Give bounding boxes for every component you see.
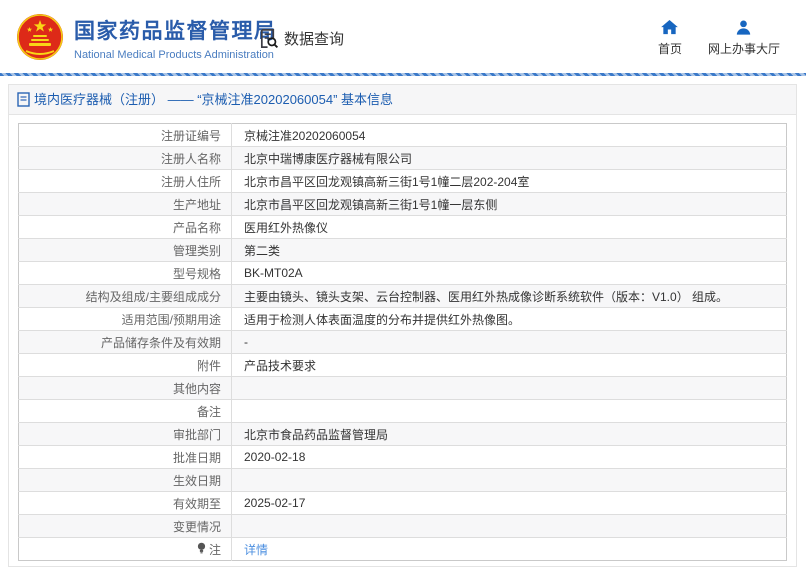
table-row: 型号规格 BK-MT02A [18,261,787,285]
table-row: 注册证编号 京械注准20202060054 [18,123,787,147]
nav-home-label: 首页 [657,42,682,56]
table-row: 产品储存条件及有效期 - [18,330,787,354]
row-label: 产品名称 [18,215,232,239]
content-panel: 境内医疗器械（注册） —— “京械注准20202060054” 基本信息 注册证… [8,84,797,567]
row-label: 其他内容 [18,376,232,400]
table-row: 备注 [18,399,787,423]
row-value: 详情 [231,537,787,561]
row-value [231,468,787,492]
table-row: 适用范围/预期用途 适用于检测人体表面温度的分布并提供红外热像图。 [18,307,787,331]
table-row: 其他内容 [18,376,787,400]
nav-service-hall-label: 网上办事大厅 [707,42,780,56]
nav-service-hall[interactable]: 网上办事大厅 [708,20,780,57]
table-row: 产品名称 医用红外热像仪 [18,215,787,239]
data-query-icon [260,29,279,49]
top-nav: 首页 网上办事大厅 [658,20,780,57]
row-label: 生效日期 [18,468,232,492]
row-value: 北京市昌平区回龙观镇高新三街1号1幢一层东侧 [231,192,787,216]
row-label: 审批部门 [18,422,232,446]
national-emblem-icon [17,14,63,60]
site-header: 国家药品监督管理局 National Medical Products Admi… [0,0,806,76]
row-value: 适用于检测人体表面温度的分布并提供红外热像图。 [231,307,787,331]
breadcrumb-text: 境内医疗器械（注册） —— “京械注准20202060054” 基本信息 [34,92,394,107]
row-label: 批准日期 [18,445,232,469]
org-title: 国家药品监督管理局 [74,20,277,43]
row-value: 第二类 [231,238,787,262]
row-value: 医用红外热像仪 [231,215,787,239]
row-value: BK-MT02A [231,261,787,285]
breadcrumb: 境内医疗器械（注册） —— “京械注准20202060054” 基本信息 [9,85,796,115]
row-label: 型号规格 [18,261,232,285]
row-value: 2020-02-18 [231,445,787,469]
home-icon [661,20,679,35]
row-value: 北京市昌平区回龙观镇高新三街1号1幢二层202-204室 [231,169,787,193]
info-table-body: 注册证编号 京械注准20202060054 注册人名称 北京中瑞博康医疗器械有限… [18,123,787,561]
row-label: 注册人名称 [18,146,232,170]
row-value [231,399,787,423]
person-icon [737,20,751,35]
row-label: 生产地址 [18,192,232,216]
row-value: 主要由镜头、镜头支架、云台控制器、医用红外热成像诊断系统软件（版本：V1.0） … [231,284,787,308]
table-row: 注册人名称 北京中瑞博康医疗器械有限公司 [18,146,787,170]
info-table: 注册证编号 京械注准20202060054 注册人名称 北京中瑞博康医疗器械有限… [18,123,787,561]
table-wrap: 注册证编号 京械注准20202060054 注册人名称 北京中瑞博康医疗器械有限… [9,115,796,561]
row-label: 注 [19,538,232,561]
row-label: 管理类别 [18,238,232,262]
data-query-label: 数据查询 [284,31,345,48]
data-query-tab[interactable]: 数据查询 [258,28,344,49]
row-label: 产品储存条件及有效期 [18,330,232,354]
row-label: 注册人住所 [18,169,232,193]
table-row: 注 详情 [19,537,787,561]
row-label: 结构及组成/主要组成成分 [18,284,232,308]
row-value [231,514,787,538]
document-icon [17,92,30,107]
table-row: 生效日期 [18,468,787,492]
row-value [231,376,787,400]
org-titles: 国家药品监督管理局 National Medical Products Admi… [74,15,277,61]
header-divider [0,73,806,76]
table-row: 管理类别 第二类 [18,238,787,262]
row-value: 北京中瑞博康医疗器械有限公司 [231,146,787,170]
table-row: 有效期至 2025-02-17 [18,491,787,515]
row-value: - [231,330,787,354]
row-label: 备注 [18,399,232,423]
table-row: 审批部门 北京市食品药品监督管理局 [18,422,787,446]
table-row: 结构及组成/主要组成成分 主要由镜头、镜头支架、云台控制器、医用红外热成像诊断系… [18,284,787,308]
table-row: 变更情况 [18,514,787,538]
nav-home[interactable]: 首页 [658,20,682,57]
row-value: 北京市食品药品监督管理局 [231,422,787,446]
row-value: 2025-02-17 [231,491,787,515]
detail-link[interactable]: 详情 [244,543,268,557]
row-label: 注册证编号 [18,123,232,147]
row-label: 适用范围/预期用途 [18,307,232,331]
row-label: 附件 [18,353,232,377]
row-label: 变更情况 [18,514,232,538]
table-row: 附件 产品技术要求 [18,353,787,377]
row-label: 有效期至 [18,491,232,515]
row-value: 产品技术要求 [231,353,787,377]
row-value: 京械注准20202060054 [231,123,787,147]
org-subtitle: National Medical Products Administration [74,49,274,61]
bulb-icon [197,542,206,553]
table-row: 生产地址 北京市昌平区回龙观镇高新三街1号1幢一层东侧 [18,192,787,216]
table-row: 批准日期 2020-02-18 [18,445,787,469]
table-row: 注册人住所 北京市昌平区回龙观镇高新三街1号1幢二层202-204室 [18,169,787,193]
